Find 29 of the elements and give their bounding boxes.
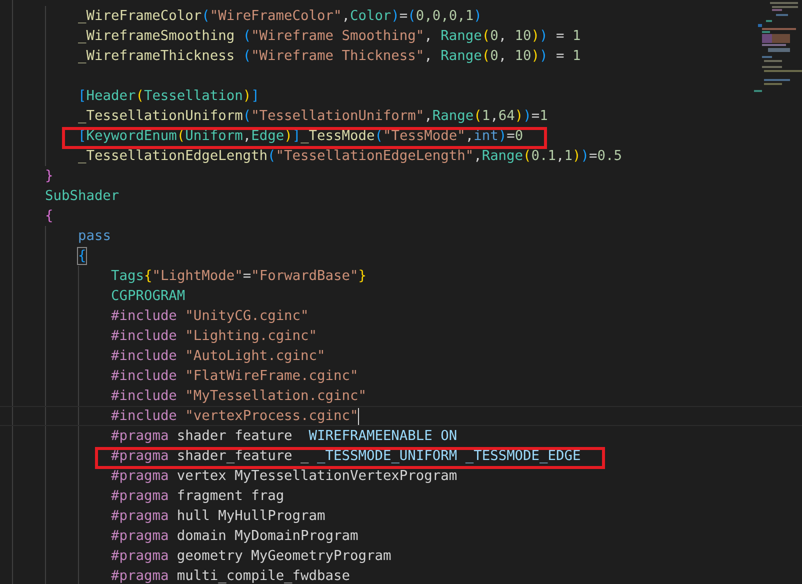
code-line: #include "MyTessellation.cginc" xyxy=(111,388,366,404)
code-line: [Header(Tessellation)] xyxy=(78,88,260,104)
code-line: SubShader xyxy=(45,188,120,204)
code-line: _TessellationEdgeLength("TessellationEdgeLength",Range(0.1,1))=0.5 xyxy=(78,148,622,164)
code-line: { xyxy=(45,208,54,224)
code-line: #include "FlatWireFrame.cginc" xyxy=(111,368,358,384)
code-line: #pragma geometry MyGeometryProgram xyxy=(111,548,392,564)
code-line: #pragma hull MyHullProgram xyxy=(111,508,326,524)
code-line: #include "vertexProcess.cginc" xyxy=(111,408,358,424)
code-line: _WireframeThickness ("Wireframe Thickness", Range(0, 10)) = 1 xyxy=(78,48,581,64)
code-line: } xyxy=(45,168,54,184)
code-line: #include "AutoLight.cginc" xyxy=(111,348,326,364)
code-line: { xyxy=(78,248,86,264)
code-line: _TessellationUniform("TessellationUniform",Range(1,64))=1 xyxy=(78,108,548,124)
code-line: #pragma shader feature WIREFRAMEENABLE ON xyxy=(111,428,458,444)
code-line: #include "UnityCG.cginc" xyxy=(111,308,309,324)
code-editor[interactable] xyxy=(0,0,802,584)
code-line: #pragma domain MyDomainProgram xyxy=(111,528,358,544)
code-line: _WireframeSmoothing ("Wireframe Smoothing", Range(0, 10)) = 1 xyxy=(78,28,581,44)
code-line: pass xyxy=(78,228,111,244)
code-line: #pragma multi_compile_fwdbase xyxy=(111,568,350,584)
code-line: #pragma shader_feature _ _TESSMODE_UNIFORM _TESSMODE_EDGE xyxy=(111,448,581,464)
code-line: #pragma vertex MyTessellationVertexProgram xyxy=(111,468,458,484)
code-line: #include "Lighting.cginc" xyxy=(111,328,318,344)
code-line: Tags{"LightMode"="ForwardBase"} xyxy=(111,268,367,284)
code-line: #pragma fragment frag xyxy=(111,488,284,504)
text-cursor xyxy=(358,408,360,425)
code-line: _WireFrameColor("WireFrameColor",Color)=(0,0,0,1) xyxy=(78,8,482,24)
code-line: CGPROGRAM xyxy=(111,288,186,304)
